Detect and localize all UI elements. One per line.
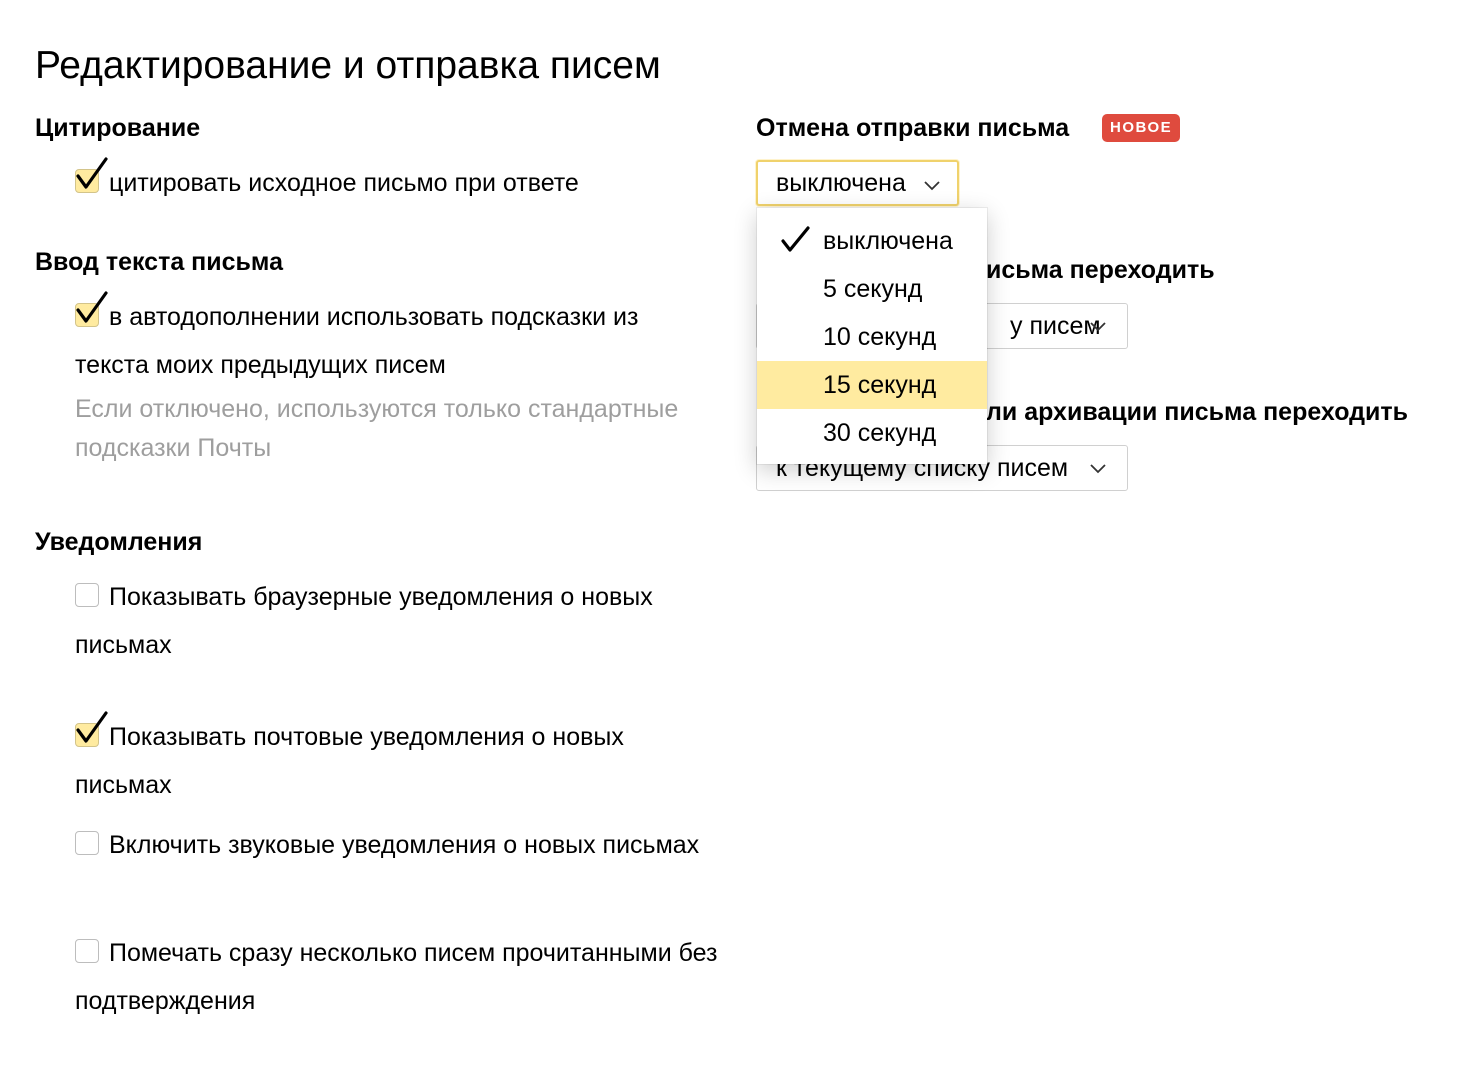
section-heading-quoting: Цитирование [35, 114, 201, 142]
option-label: в автодополнении использовать подсказки … [75, 303, 639, 379]
undo-send-dropdown-menu: выключена 5 секунд 10 секунд 15 секунд 3… [757, 208, 987, 464]
chevron-down-icon [1090, 322, 1106, 332]
menu-item-15s[interactable]: 15 секунд [757, 361, 987, 409]
chevron-down-icon [924, 181, 940, 191]
option-label: Показывать браузерные уведомления о новы… [75, 583, 653, 659]
menu-item-label: 30 секунд [823, 419, 937, 447]
option-browser-notifications[interactable]: Показывать браузерные уведомления о новы… [75, 573, 715, 669]
checkmark-icon [76, 711, 108, 743]
section-heading-undo-send: Отмена отправки письма [756, 114, 1070, 142]
option-label: Показывать почтовые уведомления о новых … [75, 723, 624, 799]
option-quote-original[interactable]: цитировать исходное письмо при ответе [75, 157, 735, 207]
checkbox-sound-notifications[interactable] [75, 831, 99, 856]
section-heading-after-send: исьма переходить [986, 256, 1215, 284]
menu-item-10s[interactable]: 10 секунд [757, 313, 987, 361]
section-heading-notifications: Уведомления [35, 528, 203, 556]
checkbox-autocomplete[interactable] [75, 291, 108, 328]
menu-item-5s[interactable]: 5 секунд [757, 265, 987, 313]
option-sound-notifications[interactable]: Включить звуковые уведомления о новых пи… [75, 821, 715, 869]
select-value: у писем [1010, 312, 1101, 340]
checkbox-quote-original[interactable] [75, 157, 108, 194]
option-mail-notifications[interactable]: Показывать почтовые уведомления о новых … [75, 711, 715, 809]
undo-send-select[interactable]: выключена [756, 160, 959, 206]
new-badge: НОВОЕ [1102, 114, 1181, 142]
option-label: Помечать сразу несколько писем прочитанн… [75, 939, 718, 1015]
select-value: выключена [776, 169, 906, 197]
option-label: цитировать исходное письмо при ответе [109, 169, 579, 197]
checkmark-icon [76, 157, 108, 189]
option-label: Включить звуковые уведомления о новых пи… [109, 831, 700, 859]
checkbox-mail-notifications[interactable] [75, 711, 108, 748]
checkbox-mark-read[interactable] [75, 939, 99, 964]
menu-item-label: 10 секунд [823, 323, 937, 351]
menu-item-label: 5 секунд [823, 275, 923, 303]
option-mark-read-without-confirm[interactable]: Помечать сразу несколько писем прочитанн… [75, 929, 735, 1025]
checkmark-icon [781, 226, 810, 252]
menu-item-label: выключена [823, 227, 953, 255]
section-heading-after-delete: ли архивации письма переходить [986, 398, 1408, 426]
checkbox-browser-notifications[interactable] [75, 583, 99, 608]
page-title: Редактирование и отправка писем [35, 44, 661, 87]
checkmark-icon [76, 291, 108, 323]
chevron-down-icon [1090, 464, 1106, 474]
option-autocomplete-suggestions[interactable]: в автодополнении использовать подсказки … [75, 291, 715, 389]
section-heading-compose: Ввод текста письма [35, 248, 283, 276]
menu-item-30s[interactable]: 30 секунд [757, 409, 987, 457]
menu-item-off[interactable]: выключена [757, 217, 987, 265]
menu-item-label: 15 секунд [823, 371, 937, 399]
autocomplete-hint: Если отключено, используются только стан… [75, 395, 679, 462]
